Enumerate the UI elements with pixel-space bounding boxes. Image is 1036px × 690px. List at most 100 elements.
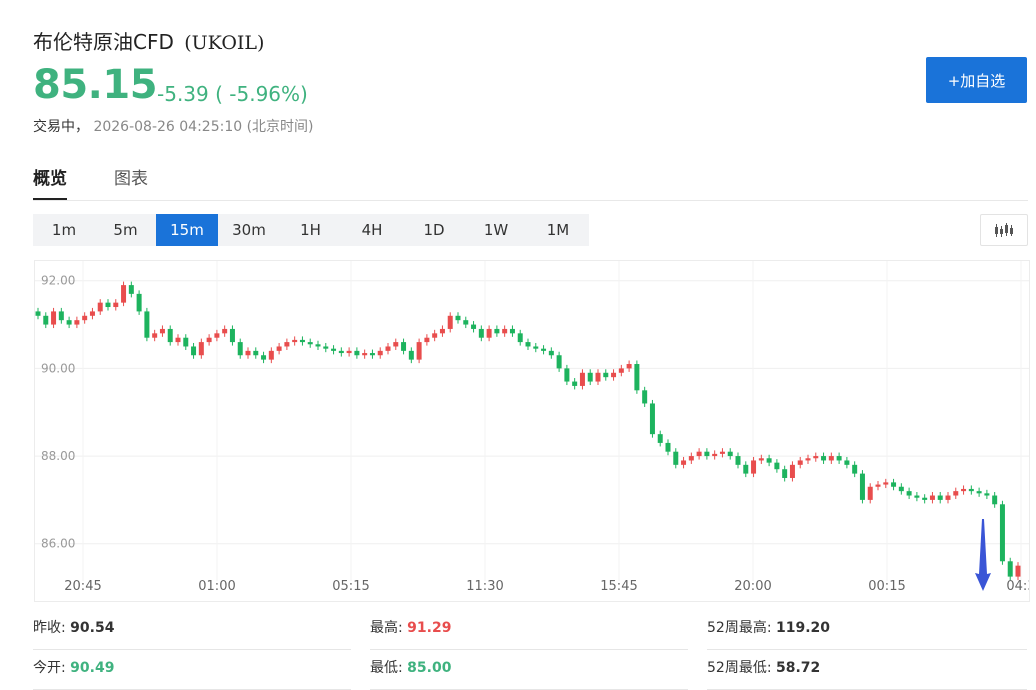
candle-body [206, 337, 212, 343]
candle-body [424, 337, 430, 343]
period-15m[interactable]: 15m [156, 214, 218, 246]
period-1w[interactable]: 1W [465, 214, 527, 246]
period-4h[interactable]: 4H [341, 214, 403, 246]
candle-body [509, 328, 515, 334]
candle-body [385, 346, 391, 351]
candle-body [1007, 561, 1013, 577]
x-tick-label: 15:45 [600, 579, 637, 594]
candle-body [486, 328, 492, 338]
x-tick-label: 05:15 [332, 579, 369, 594]
high-value: 91.29 [407, 620, 452, 636]
candle-body [572, 381, 578, 386]
candle-body [929, 495, 935, 500]
x-tick-label: 11:30 [466, 579, 503, 594]
candle-body [797, 460, 803, 465]
candle-body [144, 311, 150, 338]
candle-body [159, 328, 165, 334]
candle-body [167, 328, 173, 343]
candle-body [828, 456, 834, 461]
candle-body [128, 285, 134, 294]
w52-low-label: 52周最低: [707, 660, 772, 676]
candle-body [362, 353, 368, 356]
w52-low-value: 58.72 [775, 660, 821, 676]
candle-body [976, 491, 982, 494]
candle-body [121, 285, 127, 303]
candle-body [471, 324, 477, 329]
period-30m[interactable]: 30m [218, 214, 280, 246]
price-chart[interactable]: 92.00 90.00 88.00 86.00 20:45 01:00 05:15 11:30… [34, 260, 1030, 602]
candle-body [74, 320, 80, 325]
add-watchlist-button[interactable]: +加自选 [926, 57, 1027, 103]
candle-body [852, 464, 858, 474]
candle-body [719, 451, 725, 454]
candle-body [541, 348, 547, 351]
chart-type-button[interactable] [980, 214, 1028, 246]
candle-body [556, 355, 562, 369]
last-price: 85.15 [33, 62, 158, 108]
candle-body [338, 350, 344, 354]
candle-body [432, 333, 438, 338]
period-5m[interactable]: 5m [95, 214, 156, 246]
candle-body [867, 486, 873, 500]
candle-body [276, 346, 282, 351]
candle-body [323, 346, 329, 349]
candle-body [968, 488, 974, 492]
y-tick-label: 90.00 [41, 361, 75, 375]
candle-body [1015, 565, 1021, 577]
tab-overview[interactable]: 概览 [33, 164, 67, 200]
candle-body [183, 337, 189, 347]
candle-body [859, 473, 865, 500]
x-tick-label: 01:00 [198, 579, 235, 594]
candle-body [906, 491, 912, 496]
y-tick-label: 86.00 [41, 537, 75, 551]
candle-body [214, 333, 220, 338]
candle-body [898, 486, 904, 492]
candle-body [961, 488, 967, 492]
candle-body [152, 333, 158, 338]
low-value: 85.00 [407, 660, 452, 676]
candle-body [463, 320, 469, 325]
tab-chart[interactable]: 图表 [114, 164, 148, 198]
trading-status: 交易中， 2026-08-26 04:25:10 (北京时间) [33, 116, 314, 136]
status-datetime: 2026-08-26 04:25:10 (北京时间) [93, 119, 314, 135]
candle-body [253, 350, 259, 356]
candle-body [222, 328, 228, 334]
candle-body [704, 451, 710, 457]
candle-body [945, 495, 951, 500]
candle-body [292, 339, 298, 343]
candle-body [789, 464, 795, 478]
candle-body [284, 342, 290, 347]
open-value: 90.49 [70, 660, 115, 676]
candle-body [229, 328, 235, 343]
candle-body [494, 328, 500, 334]
stats-panel: 昨收: 90.54 最高: 91.29 52周最高: 119.20 今开: 90… [33, 610, 1033, 690]
w52-high-label: 52周最高: [707, 620, 772, 636]
period-1mo[interactable]: 1M [527, 214, 589, 246]
period-1h[interactable]: 1H [280, 214, 341, 246]
candle-body [774, 462, 780, 470]
candle-body [369, 353, 375, 356]
candle-body [447, 315, 453, 329]
candle-body [175, 337, 181, 343]
instrument-code: (UKOIL) [184, 32, 265, 54]
candle-body [377, 350, 383, 356]
candle-body [953, 491, 959, 496]
candle-body [579, 372, 585, 386]
candle-body [649, 403, 655, 435]
candle-body [587, 372, 593, 382]
candle-body [937, 495, 943, 500]
candle-body [315, 344, 321, 347]
candle-body [517, 333, 523, 343]
period-1d[interactable]: 1D [403, 214, 465, 246]
candle-body [688, 456, 694, 461]
candle-body [136, 293, 142, 312]
candle-body [299, 339, 305, 343]
candle-body [346, 350, 352, 354]
candle-body [657, 434, 663, 443]
period-1m[interactable]: 1m [33, 214, 95, 246]
candle-body [743, 464, 749, 474]
candlestick-icon [995, 223, 1013, 237]
high-label: 最高: [370, 620, 403, 636]
candle-body [401, 342, 407, 351]
candle-body [735, 456, 741, 465]
